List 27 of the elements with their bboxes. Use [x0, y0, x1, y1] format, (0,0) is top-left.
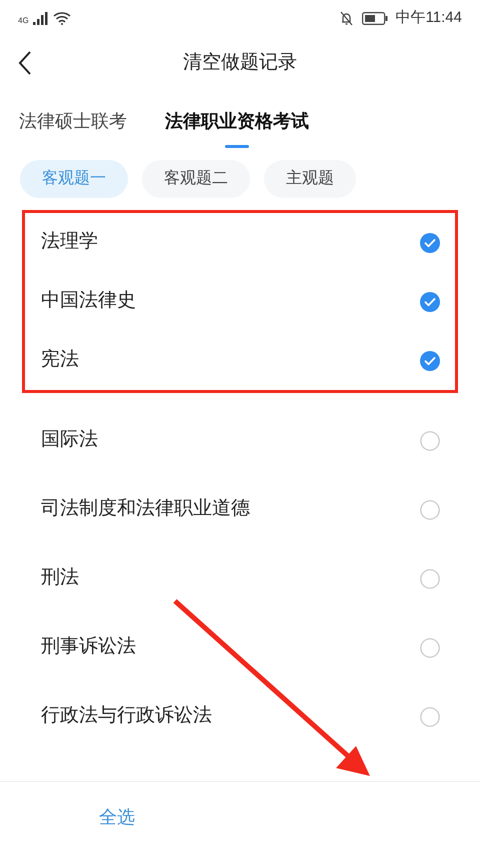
subject-label[interactable]: 刑事诉讼法 [41, 633, 136, 662]
subject-label[interactable]: 中国法律史 [41, 287, 136, 316]
subject-label[interactable]: 司法制度和法律职业道德 [41, 495, 250, 524]
empty-circle-icon[interactable] [420, 500, 440, 520]
checked-circle-icon[interactable] [420, 232, 440, 252]
exam-tab[interactable]: 法律硕士联考 [19, 94, 127, 148]
subject-label[interactable]: 刑法 [41, 564, 79, 593]
empty-circle-icon[interactable] [420, 706, 440, 726]
page-title: 清空做题记录 [183, 50, 297, 75]
status-time: 中午11:44 [396, 8, 462, 28]
signal-icon [32, 12, 49, 24]
category-chip[interactable]: 主观题 [264, 160, 356, 198]
wifi-icon [52, 11, 71, 25]
empty-circle-icon[interactable] [420, 430, 440, 450]
empty-circle-icon[interactable] [420, 568, 440, 588]
subject-label[interactable]: 国际法 [41, 426, 98, 455]
subject-label[interactable]: 行政法与行政诉讼法 [41, 702, 212, 731]
network-label: 4G [18, 15, 29, 27]
subject-label[interactable]: 宪法 [41, 346, 79, 375]
checked-circle-icon[interactable] [420, 292, 440, 312]
battery-icon [362, 12, 388, 24]
empty-circle-icon[interactable] [420, 638, 440, 658]
exam-tab[interactable]: 法律职业资格考试 [165, 94, 309, 148]
subject-label[interactable]: 法理学 [41, 228, 98, 257]
bell-off-icon [338, 10, 354, 26]
category-chip[interactable]: 客观题二 [142, 160, 250, 198]
checked-circle-icon[interactable] [420, 350, 440, 370]
